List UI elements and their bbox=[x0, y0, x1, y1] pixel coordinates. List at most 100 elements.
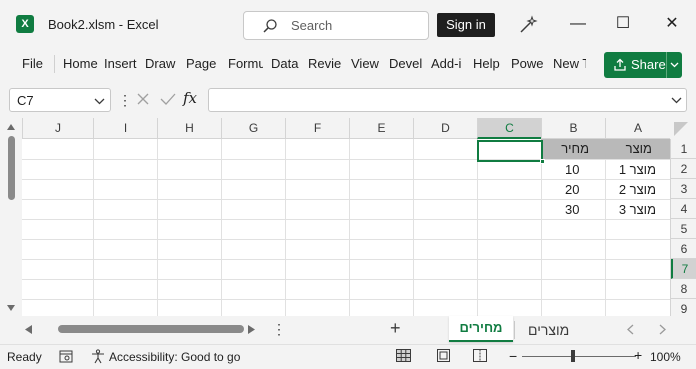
vertical-scrollbar[interactable] bbox=[0, 118, 22, 316]
cell-a2[interactable]: מוצר 1 bbox=[605, 160, 670, 180]
column-header-b[interactable]: B bbox=[541, 118, 605, 139]
tab-power-pivot[interactable]: Powe bbox=[511, 50, 546, 78]
maximize-button[interactable]: ☐ bbox=[613, 14, 633, 34]
row-header-1[interactable]: 1 bbox=[671, 139, 696, 159]
tab-review[interactable]: Revie bbox=[308, 50, 343, 78]
select-all-corner[interactable] bbox=[670, 118, 696, 139]
sheet-tab-prices[interactable]: מחירים bbox=[449, 316, 513, 342]
zoom-level[interactable]: 100% bbox=[650, 350, 681, 364]
tab-formulas[interactable]: Formu bbox=[228, 50, 263, 78]
page-break-preview-icon[interactable] bbox=[473, 349, 487, 362]
minimize-button[interactable]: — bbox=[568, 14, 588, 34]
zoom-slider-thumb[interactable] bbox=[571, 350, 575, 362]
workbook-statistics-icon[interactable] bbox=[59, 350, 73, 363]
grid-line bbox=[157, 139, 158, 316]
zoom-slider[interactable] bbox=[522, 356, 636, 357]
sheet-tab-divider bbox=[514, 321, 515, 339]
column-header-g[interactable]: G bbox=[221, 118, 285, 139]
row-header-2[interactable]: 2 bbox=[671, 159, 696, 179]
search-box[interactable]: Search bbox=[243, 11, 429, 40]
search-icon bbox=[263, 19, 277, 33]
row-header-9[interactable]: 9 bbox=[671, 299, 696, 316]
grid-line bbox=[93, 139, 94, 316]
tab-page-layout[interactable]: Page bbox=[186, 50, 218, 78]
cancel-icon[interactable] bbox=[136, 92, 150, 106]
row-header-6[interactable]: 6 bbox=[671, 239, 696, 259]
row-header-3[interactable]: 3 bbox=[671, 179, 696, 199]
tab-insert[interactable]: Insert bbox=[104, 50, 140, 78]
tab-view[interactable]: View bbox=[351, 50, 381, 78]
scroll-down-icon[interactable] bbox=[7, 305, 15, 311]
share-icon bbox=[614, 58, 626, 71]
tab-draw[interactable]: Draw bbox=[145, 50, 177, 78]
tab-new[interactable]: New T bbox=[553, 50, 586, 78]
column-header-h[interactable]: H bbox=[157, 118, 221, 139]
page-layout-view-icon[interactable] bbox=[437, 349, 450, 362]
add-sheet-button[interactable]: + bbox=[390, 318, 401, 339]
worksheet-grid[interactable]: J I H G F E D C B A מוצר מחיר מוצר 1 10 … bbox=[0, 118, 696, 316]
chevron-down-icon[interactable] bbox=[670, 62, 679, 68]
chevron-down-icon[interactable] bbox=[94, 98, 105, 105]
row-header-bar: 1 2 3 4 5 6 7 8 9 bbox=[670, 139, 696, 316]
tab-file[interactable]: File bbox=[22, 50, 50, 78]
tab-help[interactable]: Help bbox=[473, 50, 503, 78]
normal-view-icon[interactable] bbox=[396, 349, 411, 362]
tab-home[interactable]: Home bbox=[63, 50, 99, 78]
column-header-c[interactable]: C bbox=[477, 118, 541, 139]
column-header-a[interactable]: A bbox=[605, 118, 670, 139]
cell-b2[interactable]: 10 bbox=[541, 160, 605, 180]
column-header-e[interactable]: E bbox=[349, 118, 413, 139]
column-header-d[interactable]: D bbox=[413, 118, 477, 139]
scroll-up-icon[interactable] bbox=[7, 124, 15, 130]
share-button[interactable]: Share bbox=[604, 52, 682, 78]
row-header-4[interactable]: 4 bbox=[671, 199, 696, 219]
ribbon-divider bbox=[54, 55, 55, 73]
cell-a4[interactable]: מוצר 3 bbox=[605, 200, 670, 220]
grid-line bbox=[22, 259, 670, 260]
zoom-in-button[interactable]: + bbox=[634, 347, 642, 363]
tab-data[interactable]: Data bbox=[271, 50, 301, 78]
sign-in-button[interactable]: Sign in bbox=[437, 13, 495, 37]
chevron-right-icon[interactable] bbox=[659, 324, 667, 335]
name-box[interactable]: C7 bbox=[9, 88, 111, 112]
row-header-8[interactable]: 8 bbox=[671, 279, 696, 299]
grid-line bbox=[221, 139, 222, 316]
accessibility-icon[interactable] bbox=[91, 349, 105, 364]
grid-line bbox=[22, 279, 670, 280]
name-box-value: C7 bbox=[17, 93, 34, 108]
selected-cell-c7[interactable] bbox=[477, 140, 545, 164]
expand-formula-bar-icon[interactable] bbox=[671, 97, 682, 104]
cell-b4[interactable]: 30 bbox=[541, 200, 605, 220]
column-header-f[interactable]: F bbox=[285, 118, 349, 139]
horizontal-scroll-thumb[interactable] bbox=[58, 325, 244, 333]
row-header-5[interactable]: 5 bbox=[671, 219, 696, 239]
scroll-left-icon[interactable] bbox=[25, 325, 32, 334]
insert-function-button[interactable]: fx bbox=[183, 89, 197, 107]
close-button[interactable]: ✕ bbox=[662, 14, 682, 34]
cell-b3[interactable]: 20 bbox=[541, 180, 605, 200]
formula-bar-grip-icon[interactable]: ⋮ bbox=[118, 92, 132, 108]
zoom-out-button[interactable]: − bbox=[509, 348, 517, 364]
grid-line bbox=[22, 239, 670, 240]
tab-developer[interactable]: Devel bbox=[389, 50, 423, 78]
grid-line bbox=[22, 299, 670, 300]
designer-wand-icon[interactable] bbox=[518, 15, 538, 35]
chevron-left-icon[interactable] bbox=[626, 324, 634, 335]
row-header-7[interactable]: 7 bbox=[671, 259, 696, 279]
enter-check-icon[interactable] bbox=[160, 92, 176, 106]
accessibility-status[interactable]: Accessibility: Good to go bbox=[109, 350, 240, 364]
fill-handle[interactable] bbox=[540, 159, 545, 164]
vertical-scroll-thumb[interactable] bbox=[8, 136, 15, 200]
cell-a1[interactable]: מוצר bbox=[605, 139, 670, 159]
status-ready: Ready bbox=[7, 350, 42, 364]
sheet-options-icon[interactable]: ⋮ bbox=[272, 321, 286, 338]
tab-add-ins[interactable]: Add-i bbox=[431, 50, 464, 78]
cell-b1[interactable]: מחיר bbox=[541, 139, 605, 159]
column-header-i[interactable]: I bbox=[93, 118, 157, 139]
column-header-j[interactable]: J bbox=[22, 118, 93, 139]
share-divider bbox=[666, 52, 667, 78]
scroll-right-icon[interactable] bbox=[248, 325, 255, 334]
sheet-tab-products[interactable]: מוצרים bbox=[518, 318, 579, 342]
cell-a3[interactable]: מוצר 2 bbox=[605, 180, 670, 200]
formula-input[interactable] bbox=[208, 88, 687, 112]
